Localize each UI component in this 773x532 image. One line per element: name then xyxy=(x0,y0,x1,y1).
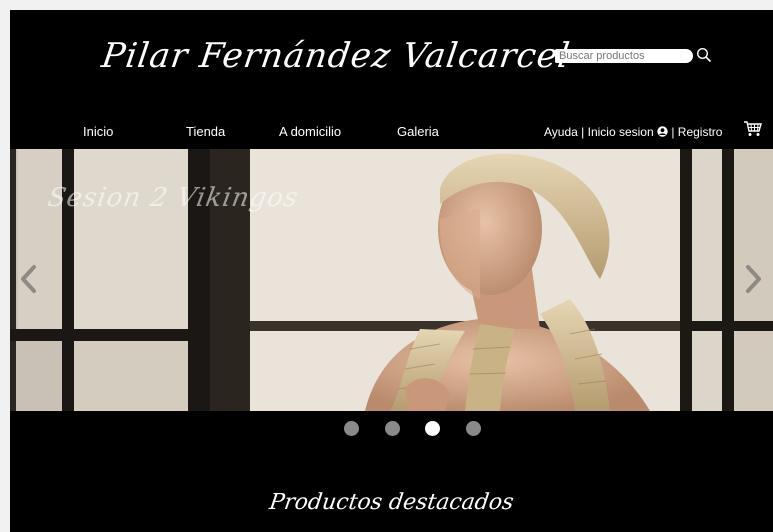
slide-caption: Sesion 2 Vikingos xyxy=(45,183,302,213)
featured-products-title: Productos destacados xyxy=(267,490,516,515)
account-links: Ayuda | Inicio sesion | Registro xyxy=(544,125,722,139)
nav-item-a-domicilio[interactable]: A domicilio xyxy=(279,124,341,139)
carousel-dot-4[interactable] xyxy=(466,421,481,436)
search-box xyxy=(555,49,693,63)
chevron-left-icon[interactable] xyxy=(14,257,44,301)
shopping-cart-icon[interactable] xyxy=(743,120,763,138)
login-link[interactable]: Inicio sesion xyxy=(588,125,654,139)
carousel-pagination xyxy=(10,421,773,439)
nav-item-galeria[interactable]: Galeria xyxy=(397,124,439,139)
search-input[interactable] xyxy=(555,49,693,63)
help-link[interactable]: Ayuda xyxy=(544,125,578,139)
carousel-dot-3[interactable] xyxy=(425,421,440,436)
separator: | xyxy=(668,125,678,139)
register-link[interactable]: Registro xyxy=(678,125,723,139)
nav-item-inicio[interactable]: Inicio xyxy=(83,124,113,139)
brand-logo-text[interactable]: Pilar Fernández Valcarcel xyxy=(99,36,573,76)
page: Pilar Fernández Valcarcel Inicio Tienda … xyxy=(10,10,773,532)
carousel-dot-2[interactable] xyxy=(385,421,400,436)
search-icon[interactable] xyxy=(696,47,712,63)
chevron-right-icon[interactable] xyxy=(738,257,768,301)
hero-carousel: Sesion 2 Vikingos xyxy=(10,149,773,411)
separator: | xyxy=(577,125,588,139)
carousel-dot-1[interactable] xyxy=(344,421,359,436)
user-circle-icon[interactable] xyxy=(657,126,668,137)
nav-item-tienda[interactable]: Tienda xyxy=(186,124,225,139)
